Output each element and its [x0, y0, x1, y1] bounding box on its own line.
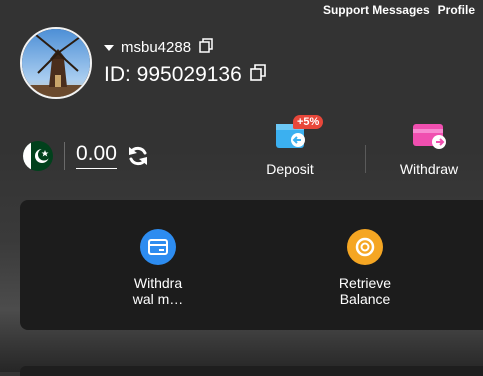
copy-icon[interactable]: [199, 38, 213, 57]
withdrawal-method-label-2: wal m…: [132, 291, 184, 307]
profile-link[interactable]: Profile: [438, 3, 475, 17]
balance-amount: 0.00: [76, 142, 117, 169]
withdraw-icon: [413, 124, 446, 149]
top-links: Support Messages Profile: [323, 3, 475, 17]
refresh-icon[interactable]: [127, 145, 149, 172]
withdraw-button[interactable]: Withdraw: [396, 122, 462, 177]
retrieve-balance-label-2: Balance: [339, 291, 391, 307]
withdrawal-method-button[interactable]: Withdra wal m…: [118, 229, 198, 307]
avatar[interactable]: [20, 27, 92, 99]
copy-icon[interactable]: [249, 63, 266, 87]
divider: [64, 142, 65, 170]
deposit-label: Deposit: [266, 161, 314, 177]
username-row: msbu4288: [104, 38, 213, 57]
bottom-panel-edge: [20, 366, 483, 376]
quick-actions-panel: Withdra wal m… Retrieve Balance: [20, 200, 483, 330]
pakistan-flag-icon: [23, 141, 53, 171]
chevron-down-icon[interactable]: [104, 44, 114, 51]
withdraw-label: Withdraw: [399, 161, 459, 177]
withdrawal-method-label-1: Withdra: [133, 275, 183, 291]
support-messages-link[interactable]: Support Messages: [323, 3, 430, 17]
divider: [365, 145, 366, 173]
user-id-row: ID: 995029136: [104, 63, 266, 87]
username: msbu4288: [121, 39, 192, 56]
search-icon: [347, 229, 383, 265]
retrieve-balance-label-1: Retrieve: [338, 275, 392, 291]
user-id: ID: 995029136: [104, 63, 242, 86]
retrieve-balance-button[interactable]: Retrieve Balance: [334, 229, 396, 307]
card-icon: [140, 229, 176, 265]
bonus-badge: +5%: [293, 115, 324, 129]
